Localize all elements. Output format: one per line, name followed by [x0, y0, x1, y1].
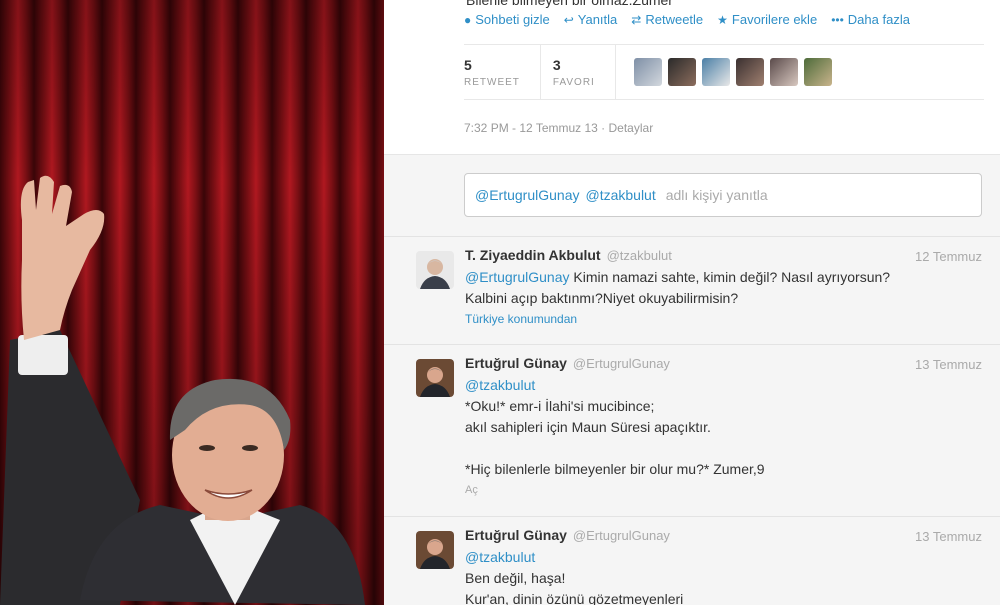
retweet-label: Retweetle: [645, 12, 704, 27]
favorite-button[interactable]: ★ Favorilere ekle: [717, 12, 817, 27]
avatar[interactable]: [769, 58, 798, 86]
avatar[interactable]: [633, 58, 662, 86]
tweet-timestamp[interactable]: 7:32 PM - 12 Temmuz 13 · Detaylar: [464, 121, 653, 135]
conversation-tweet[interactable]: Ertuğrul Günay @ErtugrulGunay 13 Temmuz …: [384, 344, 1000, 516]
avatar[interactable]: [667, 58, 696, 86]
tweet-text-line: Ben değil, haşa!: [465, 570, 566, 586]
tweet-header: Ertuğrul Günay @ErtugrulGunay: [465, 355, 670, 371]
reply-input[interactable]: @ErtugrulGunay @tzakbulut adlı kişiyi ya…: [464, 173, 982, 217]
retweet-icon: ⇄: [631, 12, 642, 27]
tweet-mention[interactable]: @tzakbulut: [465, 547, 985, 568]
campaign-photo: [0, 0, 384, 605]
more-dots-icon: •••: [831, 12, 844, 27]
favorite-count[interactable]: 3 FAVORI: [553, 44, 616, 100]
conversation-tweet[interactable]: Ertuğrul Günay @ErtugrulGunay 13 Temmuz …: [384, 516, 1000, 605]
tweet-body: @ErtugrulGunay Kimin namazi sahte, kimin…: [465, 267, 985, 330]
tweet-body: @tzakbulut *Oku!* emr-i İlahi'si mucibin…: [465, 375, 985, 501]
author-handle[interactable]: @ErtugrulGunay: [573, 528, 670, 543]
focused-tweet: Bilenle bilmeyen bir olmaz.Zümer ● Sohbe…: [384, 0, 1000, 155]
retweet-count[interactable]: 5 RETWEET: [464, 44, 541, 100]
tweet-time[interactable]: 12 Temmuz: [915, 249, 982, 264]
reply-icon: ↩: [563, 12, 574, 27]
tweet-mention[interactable]: @tzakbulut: [465, 375, 985, 396]
conversation-tweet[interactable]: T. Ziyaeddin Akbulut @tzakbulut 12 Temmu…: [384, 236, 1000, 344]
favorite-count-value: 3: [552, 56, 561, 73]
tweet-text-line: Kalbini açıp baktınmı?Niyet okuyabilirmi…: [465, 290, 739, 306]
speech-bubble-icon: ●: [464, 12, 472, 27]
avatar[interactable]: [735, 58, 764, 86]
tweet-text-line: Kimin namazi sahte, kimin değil? Nasıl a…: [573, 269, 891, 285]
waving-man-illustration: [0, 175, 365, 605]
reply-placeholder: adlı kişiyi yanıtla: [665, 187, 768, 203]
avatar[interactable]: [803, 58, 832, 86]
star-icon: ★: [717, 12, 728, 27]
reply-label: Yanıtla: [577, 12, 618, 27]
more-button[interactable]: ••• Daha fazla: [831, 12, 910, 27]
more-label: Daha fazla: [847, 12, 910, 27]
avatar[interactable]: [416, 531, 454, 569]
expand-link[interactable]: Aç: [465, 480, 985, 501]
tweet-time[interactable]: 13 Temmuz: [915, 529, 982, 544]
tweet-body: @tzakbulut Ben değil, haşa! Kur'an, dini…: [465, 547, 985, 605]
author-name[interactable]: Ertuğrul Günay: [465, 355, 567, 371]
twitter-conversation-panel: Bilenle bilmeyen bir olmaz.Zümer ● Sohbe…: [384, 0, 1000, 605]
reply-button[interactable]: ↩ Yanıtla: [564, 12, 618, 27]
tweet-text-line: Kur'an, dinin özünü gözetmeyenleri: [465, 591, 684, 605]
author-handle[interactable]: @tzakbulut: [607, 248, 672, 263]
avatar[interactable]: [701, 58, 730, 86]
author-name[interactable]: T. Ziyaeddin Akbulut: [465, 247, 601, 263]
avatar-image: [416, 251, 454, 289]
author-handle[interactable]: @ErtugrulGunay: [573, 356, 670, 371]
hide-conversation-button[interactable]: ● Sohbeti gizle: [464, 12, 550, 27]
favorite-label: Favorilere ekle: [731, 12, 818, 27]
avatar-image: [416, 359, 454, 397]
tweet-header: T. Ziyaeddin Akbulut @tzakbulut: [465, 247, 672, 263]
tweet-mention[interactable]: @ErtugrulGunay: [465, 269, 569, 285]
avatar[interactable]: [416, 359, 454, 397]
tweet-text-cut: Bilenle bilmeyen bir olmaz.Zümer: [466, 0, 673, 8]
tweet-time[interactable]: 13 Temmuz: [915, 357, 982, 372]
retweet-count-label: RETWEET: [464, 76, 520, 88]
favorite-count-label: FAVORI: [552, 76, 595, 88]
tweet-stats: 5 RETWEET 3 FAVORI: [464, 44, 984, 100]
hide-conversation-label: Sohbeti gizle: [475, 12, 550, 27]
retweet-button[interactable]: ⇄ Retweetle: [631, 12, 703, 27]
reply-mention-1: @ErtugrulGunay: [475, 187, 580, 203]
avatar[interactable]: [416, 251, 454, 289]
retweet-count-value: 5: [464, 56, 472, 73]
tweet-actions: ● Sohbeti gizle ↩ Yanıtla ⇄ Retweetle ★ …: [464, 12, 924, 27]
tweet-text-line: *Oku!* emr-i İlahi'si mucibince;: [465, 398, 655, 414]
tweet-location[interactable]: Türkiye konumundan: [465, 309, 985, 330]
engager-avatars: [633, 58, 838, 86]
reply-mention-2: @tzakbulut: [585, 187, 656, 203]
tweet-text-line: akıl sahipleri için Maun Süresi apaçıktı…: [465, 419, 711, 435]
tweet-text-line: *Hiç bilenlerle bilmeyenler bir olur mu?…: [465, 461, 765, 477]
tweet-header: Ertuğrul Günay @ErtugrulGunay: [465, 527, 670, 543]
avatar-image: [416, 531, 454, 569]
author-name[interactable]: Ertuğrul Günay: [465, 527, 567, 543]
